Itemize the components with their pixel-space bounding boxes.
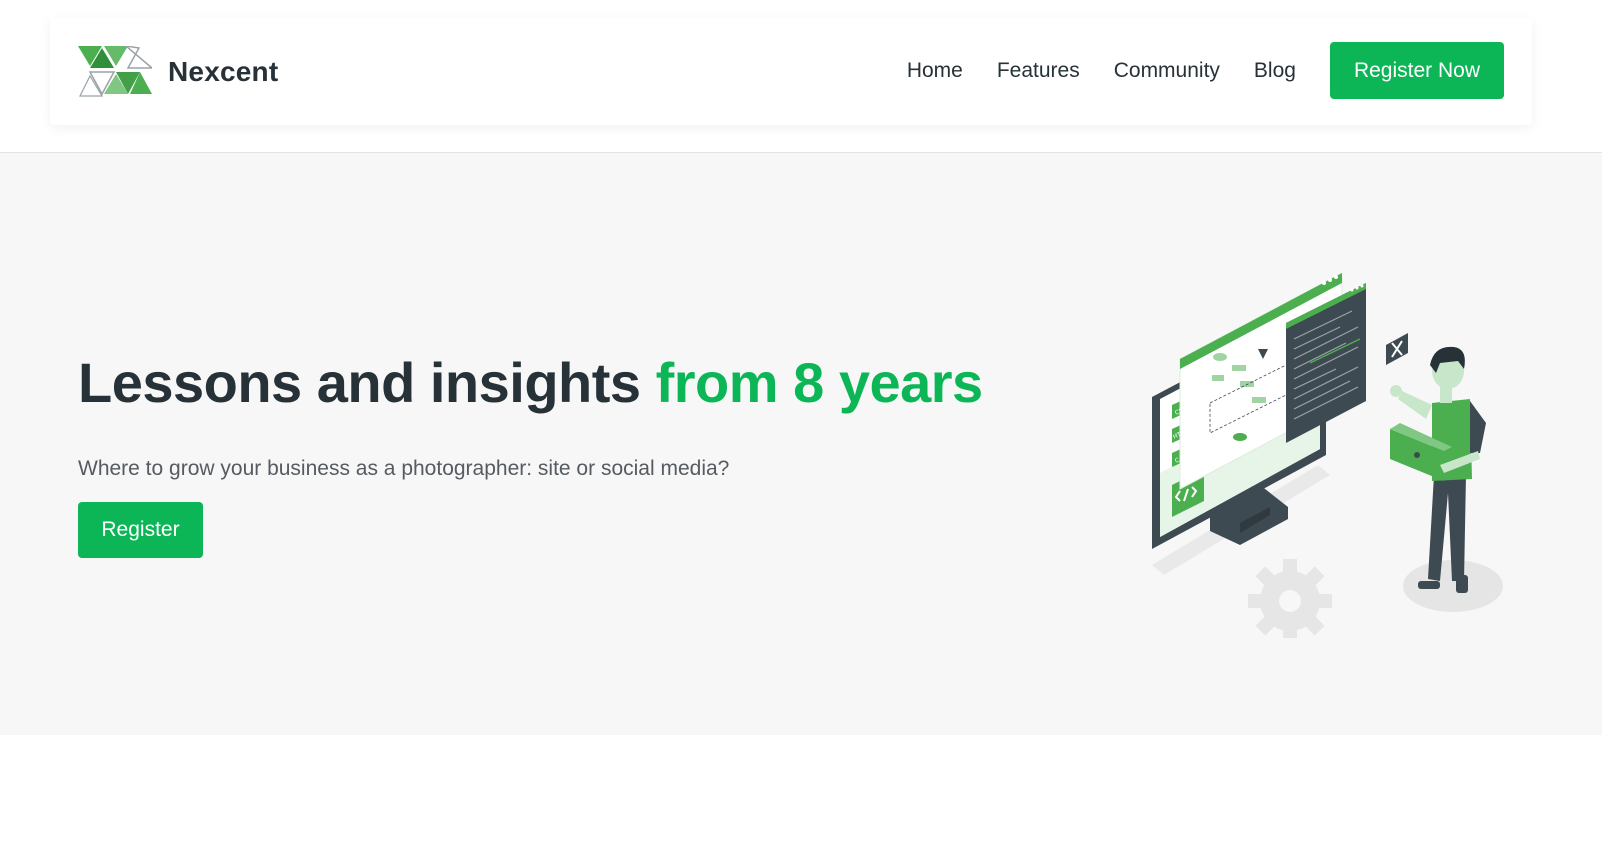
navbar: Nexcent Home Features Community Blog Reg… [50,18,1532,125]
hero-subtitle: Where to grow your business as a photogr… [78,457,730,480]
header: Nexcent Home Features Community Blog Reg… [0,0,1602,153]
gear-icon [1248,559,1332,638]
nav-community-link[interactable]: Community [1114,60,1220,81]
brand[interactable]: Nexcent [78,46,278,98]
brand-name: Nexcent [168,56,279,87]
close-badge-icon [1386,333,1408,365]
nav-home-link[interactable]: Home [907,60,963,81]
hero-title: Lessons and insights from 8 years [78,350,983,415]
nav-blog-link[interactable]: Blog [1254,60,1296,81]
register-now-button[interactable]: Register Now [1329,42,1504,99]
hero-title-main: Lessons and insights [78,351,656,414]
developer-person [1390,346,1486,593]
triangles-logo-icon [78,46,152,97]
page: Nexcent Home Features Community Blog Reg… [0,0,1602,846]
nav-features-link[interactable]: Features [997,60,1080,81]
register-button[interactable]: Register [78,502,203,558]
developer-illustration: CSS HTML C++ [1152,272,1503,638]
hero-section: Lessons and insights from 8 years Where … [0,153,1602,735]
main-nav: Home Features Community Blog Register No… [907,42,1504,99]
hero-title-accent: from 8 years [655,351,984,414]
